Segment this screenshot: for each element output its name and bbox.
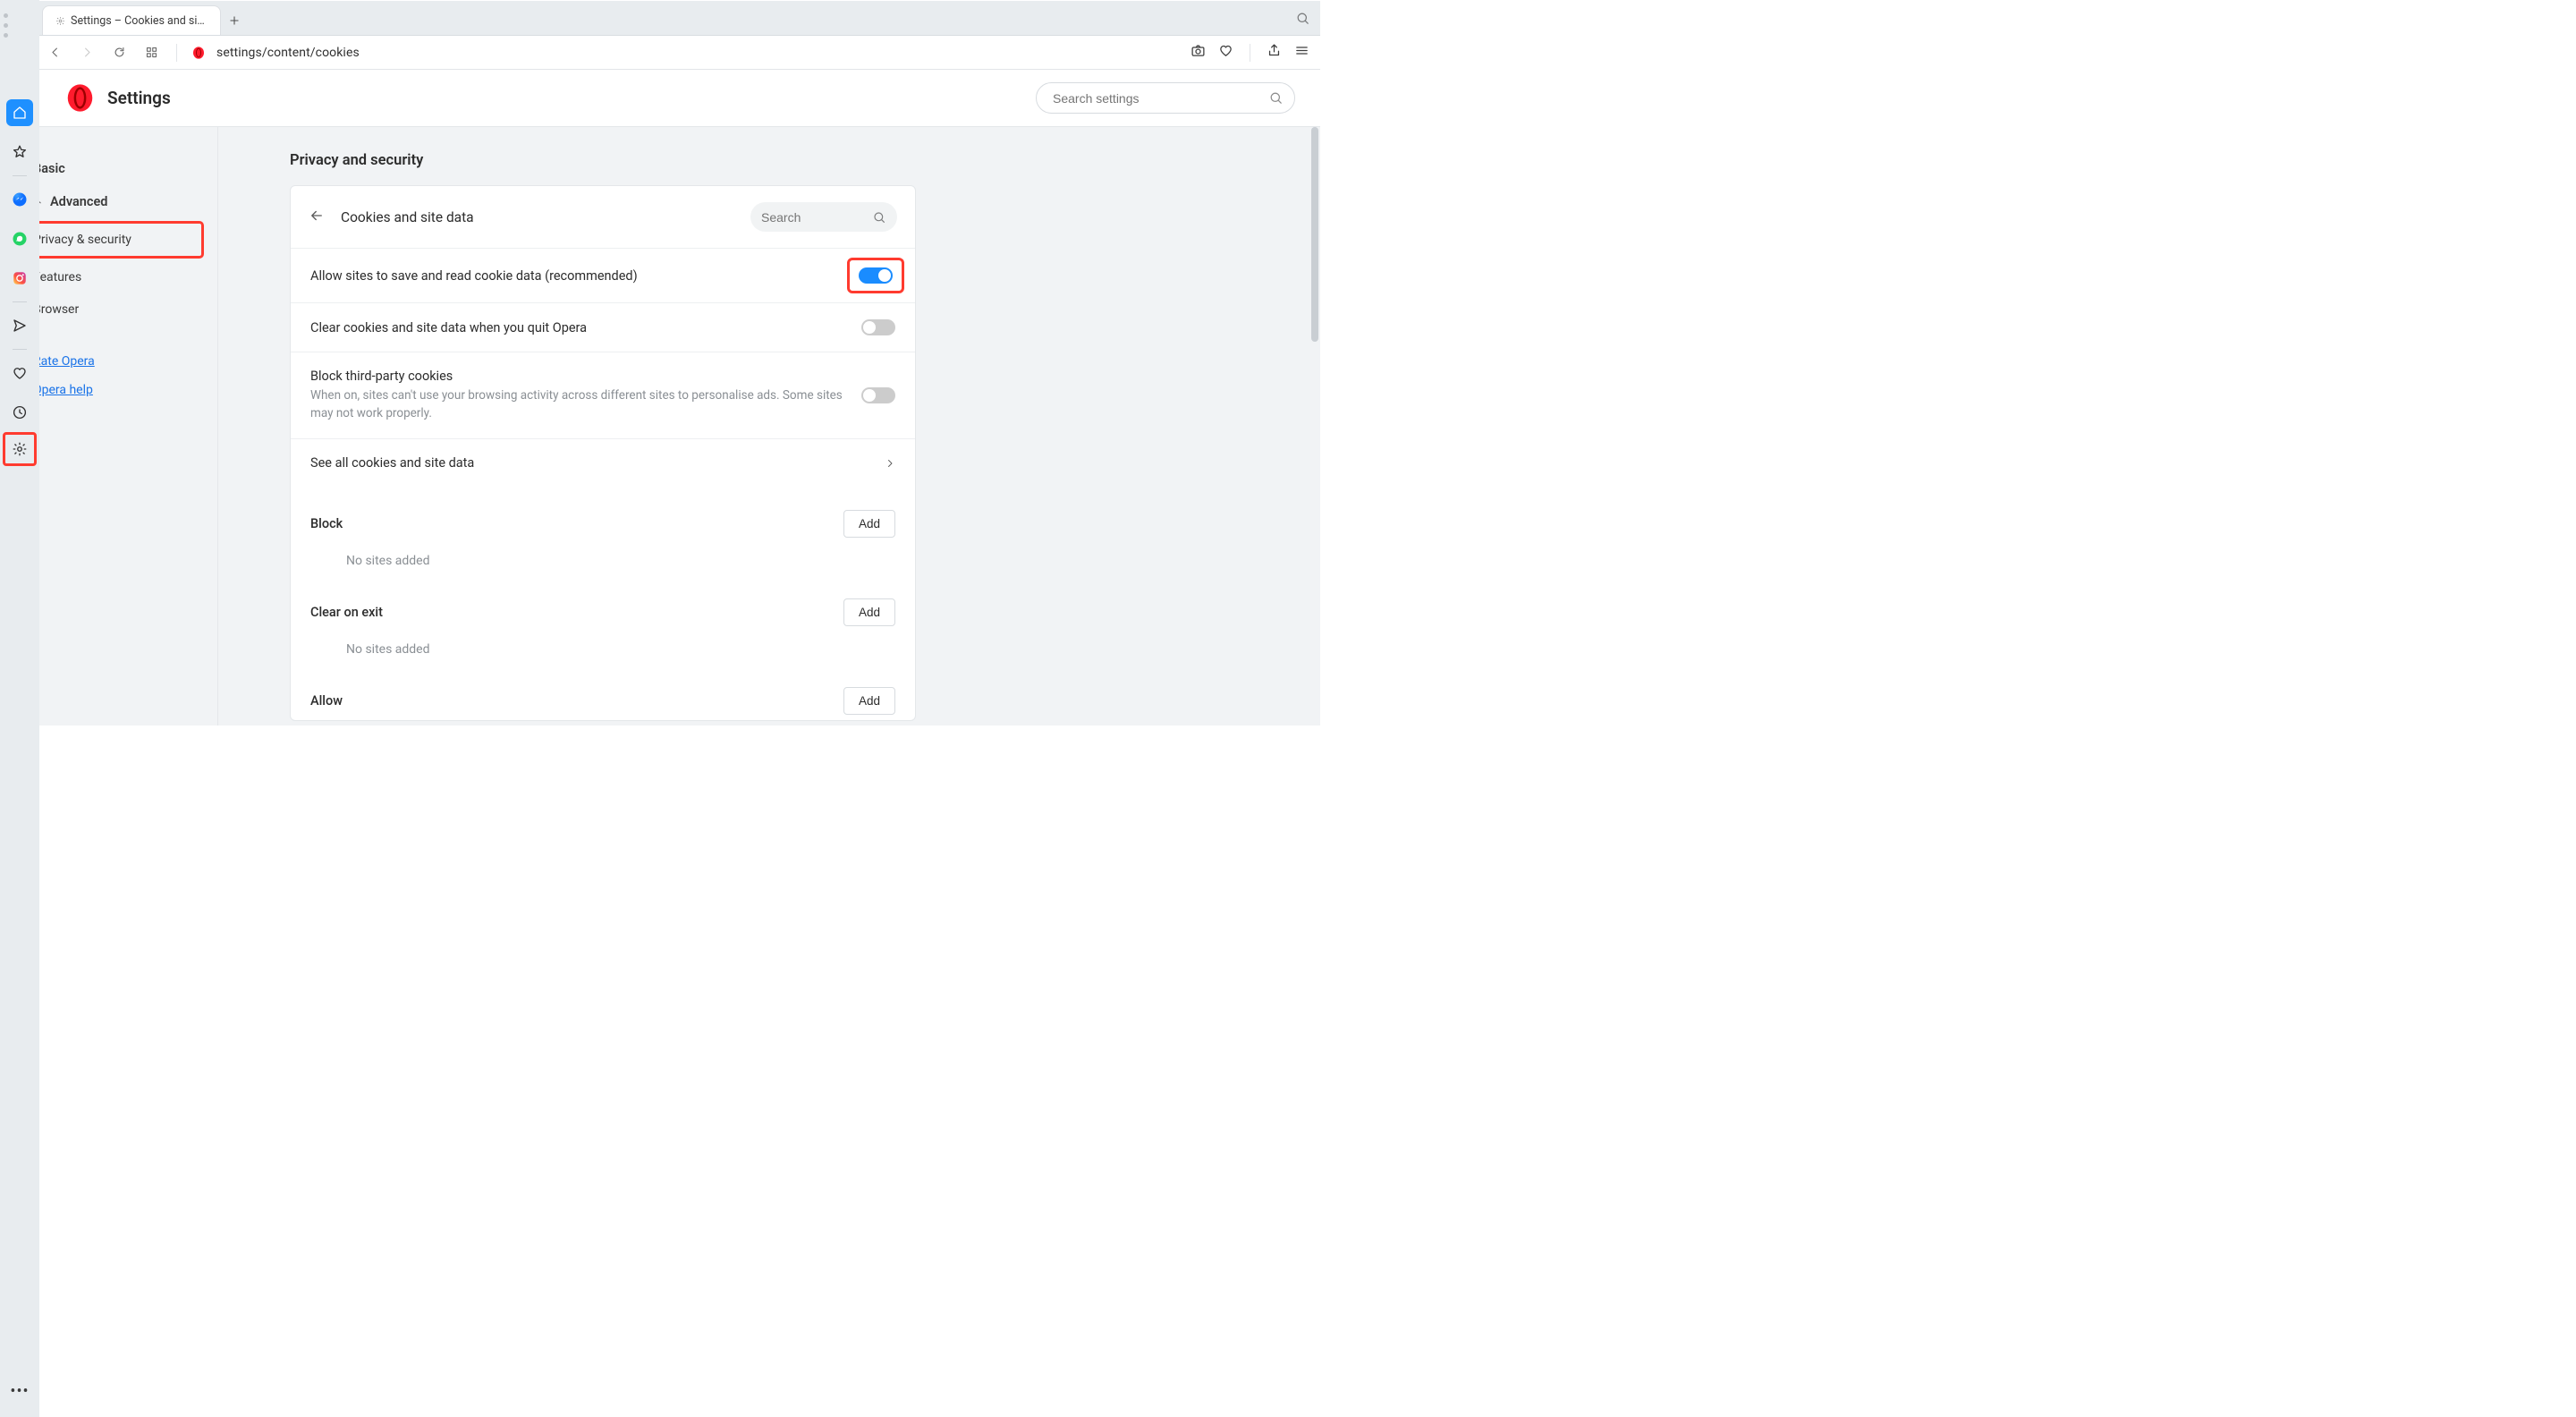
send-icon[interactable]: [6, 312, 33, 339]
settings-rail-highlight: [3, 432, 37, 466]
whatsapp-icon[interactable]: [6, 225, 33, 252]
settings-icon[interactable]: [6, 436, 33, 462]
row-label: See all cookies and site data: [310, 455, 869, 471]
nav-opera-help[interactable]: Opera help: [17, 376, 201, 404]
row-sublabel: When on, sites can't use your browsing a…: [310, 387, 845, 422]
section-allow: Allow Add: [291, 687, 915, 720]
tab-strip: Settings – Cookies and site data: [1, 1, 1320, 36]
card-back-button[interactable]: [309, 208, 325, 227]
settings-body: Basic Advanced Privacy & security Featur…: [1, 127, 1320, 725]
toggle-block-third-party[interactable]: [861, 387, 895, 403]
reload-button[interactable]: [108, 42, 130, 64]
card-search-input[interactable]: [761, 210, 865, 225]
new-tab-button[interactable]: [221, 5, 248, 35]
tab-title: Settings – Cookies and site data: [71, 14, 208, 28]
section-title: Clear on exit: [310, 605, 843, 620]
toggle-highlight: [847, 258, 904, 293]
card-title: Cookies and site data: [341, 209, 474, 225]
nav-basic[interactable]: Basic: [17, 152, 201, 185]
section-title: Block: [310, 516, 843, 531]
row-label: Clear cookies and site data when you qui…: [310, 320, 845, 335]
block-empty-text: No sites added: [291, 538, 915, 579]
tabstrip-search-button[interactable]: [1284, 1, 1320, 35]
browser-siderail: •••: [0, 0, 39, 1417]
page-title: Settings: [107, 88, 171, 108]
section-heading: Privacy and security: [290, 152, 1249, 169]
nav-browser[interactable]: Browser: [17, 293, 201, 326]
rail-divider: [13, 301, 27, 302]
share-button[interactable]: [1267, 43, 1282, 62]
opera-logo: [65, 83, 95, 113]
snapshot-button[interactable]: [1191, 43, 1206, 62]
clear-exit-empty-text: No sites added: [291, 626, 915, 667]
search-settings[interactable]: [1036, 82, 1295, 114]
row-block-third-party: Block third-party cookies When on, sites…: [291, 352, 915, 438]
nav-privacy-security[interactable]: Privacy & security: [17, 224, 201, 256]
section-title: Allow: [310, 693, 843, 708]
toggle-allow-cookies[interactable]: [859, 267, 893, 284]
back-button[interactable]: [44, 42, 65, 64]
tab-settings[interactable]: Settings – Cookies and site data: [42, 5, 221, 35]
rail-divider: [13, 175, 27, 176]
section-block: Block Add: [291, 510, 915, 538]
card-header: Cookies and site data: [291, 186, 915, 248]
history-icon[interactable]: [6, 399, 33, 426]
search-icon: [872, 210, 886, 225]
settings-main: Privacy and security Cookies and site da…: [218, 127, 1320, 725]
settings-header: Settings: [1, 70, 1320, 127]
chevron-right-icon: [885, 458, 895, 469]
menu-button[interactable]: [1294, 43, 1309, 62]
address-bar: settings/content/cookies: [1, 36, 1320, 70]
row-clear-on-quit: Clear cookies and site data when you qui…: [291, 302, 915, 352]
more-icon: •••: [10, 1382, 29, 1401]
divider: [176, 44, 177, 62]
opera-icon: [191, 46, 206, 60]
cookies-card: Cookies and site data Allow sites to sav…: [290, 185, 916, 721]
rail-dot: [4, 23, 8, 28]
section-clear-on-exit: Clear on exit Add: [291, 598, 915, 626]
nav-advanced-label: Advanced: [50, 194, 107, 209]
row-see-all-cookies[interactable]: See all cookies and site data: [291, 438, 915, 487]
row-allow-cookies: Allow sites to save and read cookie data…: [291, 248, 915, 302]
messenger-icon[interactable]: [6, 186, 33, 213]
scrollbar-thumb[interactable]: [1311, 127, 1318, 342]
rail-dot: [4, 13, 8, 18]
add-block-button[interactable]: Add: [843, 510, 895, 538]
nav-rate-opera[interactable]: Rate Opera: [17, 347, 201, 376]
search-settings-input[interactable]: [1053, 91, 1258, 106]
instagram-icon[interactable]: [6, 265, 33, 292]
row-label: Block third-party cookies: [310, 369, 845, 384]
heart-button[interactable]: [1218, 43, 1233, 62]
addressbar-actions: [1191, 43, 1309, 62]
app-frame: Settings – Cookies and site data setting…: [1, 1, 1320, 725]
forward-button[interactable]: [76, 42, 97, 64]
rail-more[interactable]: •••: [10, 1382, 29, 1417]
nav-features[interactable]: Features: [17, 261, 201, 293]
speed-dial-button[interactable]: [140, 42, 162, 64]
row-label: Allow sites to save and read cookie data…: [310, 268, 840, 284]
nav-advanced[interactable]: Advanced: [17, 185, 201, 218]
home-icon[interactable]: [6, 99, 33, 126]
rail-dot: [4, 33, 8, 38]
bookmarks-icon[interactable]: [6, 139, 33, 165]
gear-icon: [55, 15, 65, 27]
add-clear-exit-button[interactable]: Add: [843, 598, 895, 626]
search-icon: [1268, 90, 1284, 106]
url-text[interactable]: settings/content/cookies: [216, 46, 360, 60]
toggle-clear-on-quit[interactable]: [861, 319, 895, 335]
add-allow-button[interactable]: Add: [843, 687, 895, 715]
rail-divider: [13, 349, 27, 350]
card-search[interactable]: [750, 202, 897, 232]
heart-icon[interactable]: [6, 360, 33, 386]
